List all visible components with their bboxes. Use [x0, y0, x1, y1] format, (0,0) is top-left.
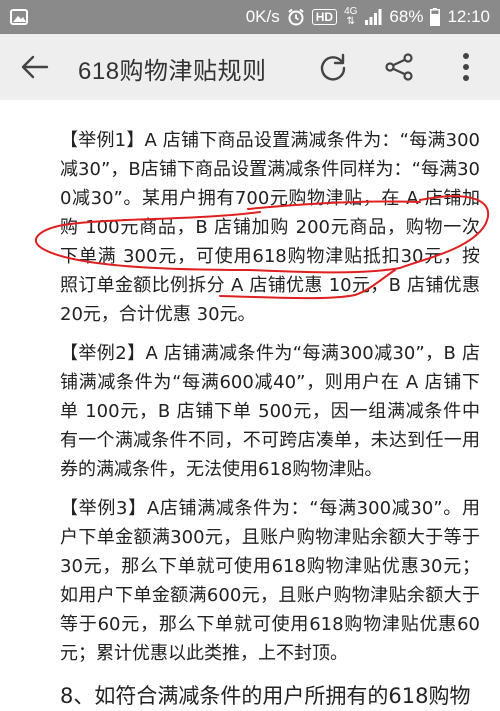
alarm-icon	[288, 8, 304, 26]
notification-icon	[10, 9, 28, 25]
page-title: 618购物津贴规则	[78, 58, 267, 85]
example-1-paragraph: 【举例1】A 店铺下商品设置满减条件为：“每满300减30”，B店铺下商品设置满…	[60, 130, 480, 325]
signal-icon	[365, 9, 382, 25]
arrow-left-icon[interactable]	[20, 54, 50, 80]
refresh-icon[interactable]	[318, 52, 348, 82]
clock: 12:10	[447, 7, 490, 26]
network-type: 4G ⇅	[344, 7, 357, 27]
data-arrows-icon: ⇅	[346, 16, 355, 27]
status-right: 0K/s HD 4G ⇅ 68% 12:10	[246, 7, 500, 27]
network-speed: 0K/s	[245, 7, 280, 26]
battery-icon	[430, 8, 441, 26]
app-bar: 618购物津贴规则	[0, 34, 500, 100]
status-bar: 0K/s HD 4G ⇅ 68% 12:10	[0, 0, 500, 34]
example-3-paragraph: 【举例3】A店铺满减条件为：“每满300减30”。用户下单金额满300元，且账户…	[60, 498, 480, 664]
example-2-paragraph: 【举例2】A 店铺满减条件为“每满300减30”，B 店铺满减条件为“每满600…	[60, 343, 480, 480]
more-vertical-icon[interactable]	[456, 51, 476, 83]
share-icon[interactable]	[384, 52, 414, 82]
battery-percent: 68%	[389, 7, 424, 26]
section-heading: 8、如符合满减条件的用户所拥有的618购物	[60, 684, 471, 708]
article-content: 【举例1】A 店铺下商品设置满减条件为：“每满300减30”，B店铺下商品设置满…	[0, 100, 500, 711]
hd-badge: HD	[311, 9, 338, 25]
